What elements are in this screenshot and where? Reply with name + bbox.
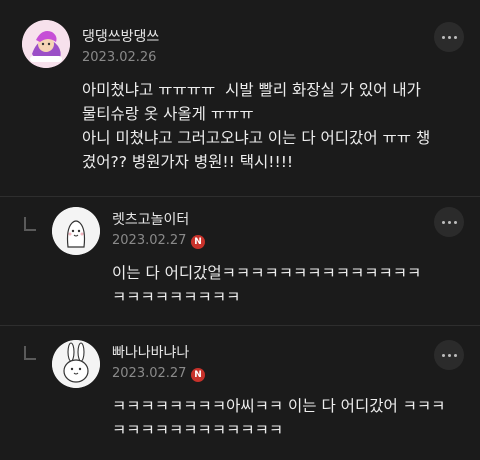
avatar[interactable] — [52, 340, 100, 388]
reply-arrow-icon — [24, 217, 36, 231]
new-badge: N — [191, 368, 205, 382]
comment: 댕댕쓰방댕쓰 2023.02.26 아미쳤냐고 ㅠㅠㅠㅠ 시발 빨리 화장실 가… — [0, 0, 480, 200]
reply-arrow-icon — [24, 346, 36, 360]
comment-date: 2023.02.26 — [82, 50, 157, 65]
more-options-button[interactable] — [434, 22, 464, 52]
avatar[interactable] — [22, 20, 70, 68]
more-dots-icon — [441, 35, 445, 39]
comment-author[interactable]: 빠나나바냐나 — [112, 342, 189, 362]
comment-text: ㅋㅋㅋㅋㅋㅋㅋㅋ아씨ㅋㅋ 이는 다 어디갔어 ㅋㅋㅋ ㅋㅋㅋㅋㅋㅋㅋㅋㅋㅋㅋㅋ — [112, 397, 446, 439]
more-dots-icon — [441, 220, 445, 224]
comment-date: 2023.02.27 — [112, 366, 187, 381]
reply-comment: 빠나나바냐나 2023.02.27 N ㅋㅋㅋㅋㅋㅋㅋㅋ아씨ㅋㅋ 이는 다 어디… — [0, 326, 480, 460]
comment-author[interactable]: 댕댕쓰방댕쓰 — [82, 26, 159, 46]
comment-author[interactable]: 렛츠고놀이터 — [112, 209, 189, 229]
comment-text: 아미쳤냐고 ㅠㅠㅠㅠ 시발 빨리 화장실 가 있어 내가 물티슈랑 옷 사올게 … — [82, 81, 431, 171]
more-options-button[interactable] — [434, 340, 464, 370]
reply-comment: 렛츠고놀이터 2023.02.27 N 이는 다 어디갔얼ㅋㅋㅋㅋㅋㅋㅋㅋㅋㅋㅋ… — [0, 197, 480, 325]
more-options-button[interactable] — [434, 207, 464, 237]
avatar[interactable] — [52, 207, 100, 255]
comment-date: 2023.02.27 — [112, 233, 187, 248]
new-badge: N — [191, 235, 205, 249]
comment-text: 이는 다 어디갔얼ㅋㅋㅋㅋㅋㅋㅋㅋㅋㅋㅋㅋㅋㅋ ㅋㅋㅋㅋㅋㅋㅋㅋㅋ — [112, 264, 422, 306]
more-dots-icon — [441, 353, 445, 357]
